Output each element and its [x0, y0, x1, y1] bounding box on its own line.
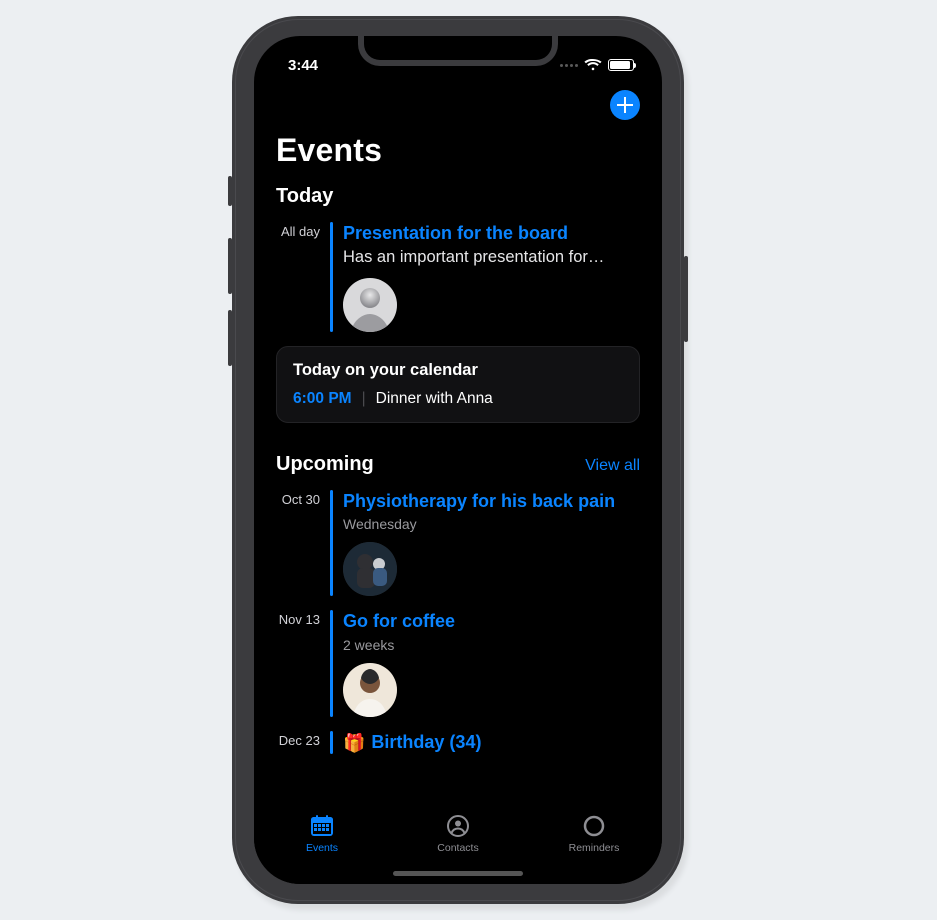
- event-title: Physiotherapy for his back pain: [343, 490, 640, 513]
- avatar: [343, 542, 397, 596]
- nav-bar: [254, 80, 662, 124]
- page-title: Events: [276, 132, 640, 169]
- event-accent-bar: [330, 731, 333, 755]
- notch: [358, 36, 558, 66]
- event-accent-bar: [330, 610, 333, 717]
- event-when: Nov 13: [276, 610, 330, 627]
- event-when: Oct 30: [276, 490, 330, 507]
- cellular-icon: [560, 64, 578, 67]
- tab-events[interactable]: Events: [262, 814, 382, 854]
- content-scroll[interactable]: Events Today All day Presentation for th…: [254, 124, 662, 884]
- calendar-label: Dinner with Anna: [376, 390, 493, 408]
- event-subtitle: Has an important presentation for…: [343, 247, 640, 268]
- view-all-link[interactable]: View all: [585, 457, 640, 475]
- side-button-power: [684, 256, 688, 342]
- wifi-icon: [584, 59, 602, 71]
- event-meta: Wednesday: [343, 516, 640, 532]
- tab-contacts[interactable]: Contacts: [398, 814, 518, 854]
- tab-label: Events: [306, 842, 338, 854]
- event-when: All day: [276, 222, 330, 239]
- event-when: Dec 23: [276, 731, 330, 748]
- contacts-icon: [446, 814, 470, 838]
- tab-reminders[interactable]: Reminders: [534, 814, 654, 854]
- avatar: [343, 663, 397, 717]
- event-item[interactable]: Nov 13 Go for coffee 2 weeks: [276, 610, 640, 717]
- tab-label: Reminders: [569, 842, 620, 854]
- event-item[interactable]: All day Presentation for the board Has a…: [276, 222, 640, 332]
- event-accent-bar: [330, 490, 333, 597]
- event-title: Presentation for the board: [343, 222, 640, 245]
- calendar-card-heading: Today on your calendar: [293, 361, 623, 380]
- reminders-icon: [582, 814, 606, 838]
- battery-icon: [608, 59, 634, 71]
- section-today-heading: Today: [276, 185, 640, 208]
- tab-bar: Events Contacts Reminders: [254, 806, 662, 884]
- gift-icon: 🎁: [343, 732, 365, 755]
- side-button-vol-down: [228, 310, 232, 366]
- device-frame: 3:44 Events Today All day: [232, 16, 684, 904]
- calendar-separator: |: [362, 390, 366, 408]
- event-title: 🎁 Birthday (34): [343, 731, 640, 755]
- screen: 3:44 Events Today All day: [254, 36, 662, 884]
- calendar-row[interactable]: 6:00 PM | Dinner with Anna: [293, 390, 623, 408]
- event-accent-bar: [330, 222, 333, 332]
- calendar-icon: [309, 814, 335, 838]
- calendar-today-card[interactable]: Today on your calendar 6:00 PM | Dinner …: [276, 346, 640, 423]
- add-event-button[interactable]: [610, 90, 640, 120]
- event-title: Go for coffee: [343, 610, 640, 633]
- section-upcoming-heading: Upcoming: [276, 453, 374, 476]
- avatar: [343, 278, 397, 332]
- home-indicator[interactable]: [393, 871, 523, 876]
- side-button-silence: [228, 176, 232, 206]
- avatar-image: [343, 542, 397, 596]
- calendar-time: 6:00 PM: [293, 390, 352, 408]
- plus-icon: [617, 97, 633, 113]
- event-item[interactable]: Oct 30 Physiotherapy for his back pain W…: [276, 490, 640, 597]
- side-button-vol-up: [228, 238, 232, 294]
- event-meta: 2 weeks: [343, 637, 640, 653]
- status-time: 3:44: [288, 57, 318, 74]
- avatar-image: [343, 663, 397, 717]
- event-item[interactable]: Dec 23 🎁 Birthday (34): [276, 731, 640, 755]
- tab-label: Contacts: [437, 842, 478, 854]
- avatar-image: [343, 278, 397, 332]
- event-title-text: Birthday (34): [371, 732, 481, 752]
